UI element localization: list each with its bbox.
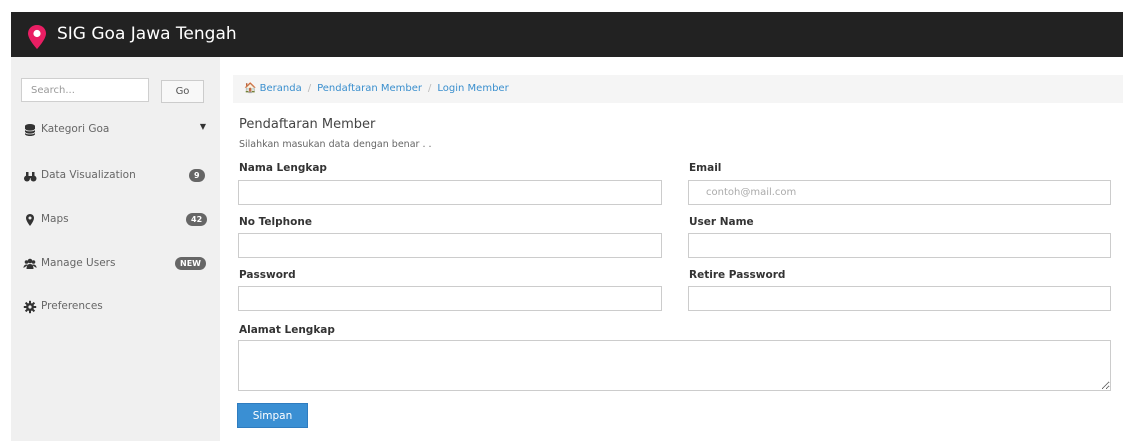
breadcrumb: 🏠 Beranda / Pendaftaran Member / Login Membe… [233,75,1123,103]
sidebar-item-manage-users[interactable]: Manage Users NEW [11,252,220,276]
search-input[interactable] [21,78,149,102]
go-button[interactable]: Go [161,80,204,103]
count-badge: 42 [186,213,208,226]
sidebar-item-preferences[interactable]: Preferences [11,295,220,319]
sidebar-item-label: Data Visualization [41,169,136,181]
retire-password-input[interactable] [688,286,1111,311]
caret-down-icon: ▼ [199,122,206,131]
user-name-label: User Name [689,216,754,228]
password-input[interactable] [238,286,662,311]
simpan-button[interactable]: Simpan [237,403,308,428]
breadcrumb-home-label: Beranda [259,83,302,94]
no-telphone-input[interactable] [238,233,662,258]
nama-lengkap-label: Nama Lengkap [239,162,327,174]
navbar: SIG Goa Jawa Tengah [11,12,1123,57]
app-title[interactable]: SIG Goa Jawa Tengah [57,24,237,44]
breadcrumb-separator: / [428,83,432,94]
sidebar-item-label: Maps [41,213,69,225]
database-icon [24,124,36,136]
email-input[interactable] [688,180,1111,205]
sidebar-item-data-visualization[interactable]: Data Visualization 9 [11,164,220,188]
map-pin-icon [28,25,46,49]
breadcrumb-pendaftaran[interactable]: Pendaftaran Member [317,83,422,94]
user-name-input[interactable] [688,233,1111,258]
home-icon: 🏠 [244,83,257,94]
breadcrumb-login-member[interactable]: Login Member [437,83,508,94]
sidebar-item-label: Preferences [41,300,103,312]
breadcrumb-separator: / [307,83,312,94]
users-icon [23,258,37,269]
no-telphone-label: No Telphone [239,216,312,228]
top-strip [0,0,1123,12]
breadcrumb-home[interactable]: 🏠 Beranda [244,83,302,94]
sidebar-item-kategori-goa[interactable]: Kategori Goa ▼ [11,118,220,142]
binoculars-icon [24,172,37,182]
password-label: Password [239,269,296,281]
email-label: Email [689,162,722,174]
sidebar-item-maps[interactable]: Maps 42 [11,208,220,232]
new-badge: NEW [175,257,206,270]
alamat-lengkap-label: Alamat Lengkap [239,324,335,336]
page-title: Pendaftaran Member [239,117,376,132]
alamat-lengkap-textarea[interactable] [238,340,1111,391]
nama-lengkap-input[interactable] [238,180,662,205]
retire-password-label: Retire Password [689,269,786,281]
sidebar: Go Kategori Goa ▼ Data Visualization 9 M… [11,57,220,441]
map-marker-icon [26,214,34,226]
sidebar-item-label: Kategori Goa [41,123,110,135]
count-badge: 9 [189,169,205,182]
gear-icon [23,300,37,314]
page-subtitle: Silahkan masukan data dengan benar . . [239,139,432,150]
sidebar-item-label: Manage Users [41,257,116,269]
